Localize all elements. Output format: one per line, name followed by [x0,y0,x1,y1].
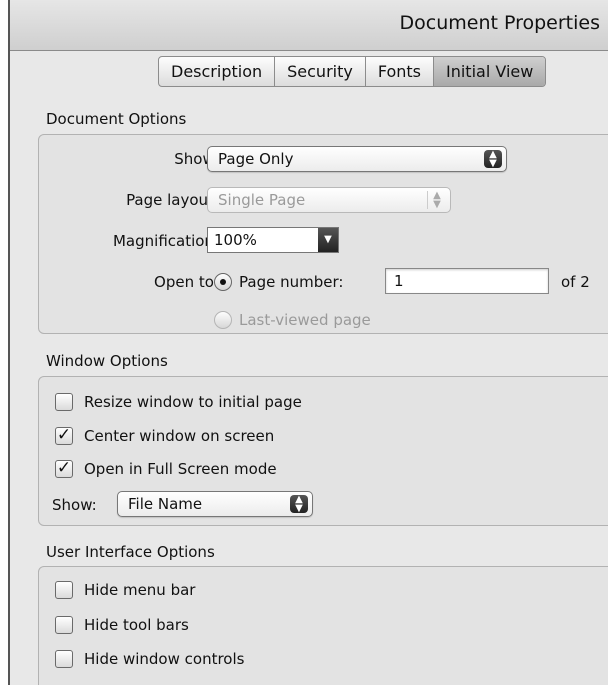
document-options-heading: Document Options [46,110,187,128]
tab-description[interactable]: Description [159,57,276,86]
checkmark-icon: ✓ [56,425,72,445]
document-options-group: Show: Page Only ▲ ▼ Page layout: Single P… [38,134,608,334]
show-value: Page Only [218,150,294,168]
hide-tool-bars-label: Hide tool bars [84,616,189,634]
full-screen-checkbox[interactable]: ✓ [55,460,73,478]
show-popup[interactable]: Page Only ▲ ▼ [207,146,507,172]
magnification-combo[interactable]: 100% ▼ [207,227,339,253]
page-number-field[interactable]: 1 [385,268,549,294]
window-show-popup[interactable]: File Name ▲ ▼ [117,491,313,517]
hide-window-controls-label: Hide window controls [84,650,245,668]
hide-tool-bars-checkbox[interactable] [55,616,73,634]
magnification-label: Magnification: [112,232,219,250]
resize-window-label: Resize window to initial page [84,393,302,411]
ui-options-heading: User Interface Options [46,543,215,561]
page-layout-label: Page layout: [126,191,219,209]
window-title: Document Properties [399,12,601,34]
resize-window-checkbox[interactable] [55,393,73,411]
tab-initial-view[interactable]: Initial View [434,57,546,86]
window-show-label: Show: [52,496,97,514]
ui-options-group: Hide menu bar Hide tool bars Hide window… [38,566,608,685]
center-window-checkbox[interactable]: ✓ [55,427,73,445]
center-window-label: Center window on screen [84,427,275,445]
tab-security[interactable]: Security [275,57,366,86]
page-number-value: 1 [394,272,404,290]
full-screen-label: Open in Full Screen mode [84,460,277,478]
open-to-label: Open to: [154,273,219,291]
updown-arrows-icon: ▲ ▼ [427,191,446,210]
window-options-heading: Window Options [46,352,168,370]
updown-arrows-icon: ▲ ▼ [290,495,308,514]
chevron-down-icon[interactable]: ▼ [318,228,338,252]
hide-menu-bar-label: Hide menu bar [84,581,196,599]
page-number-label: Page number: [239,273,344,291]
title-bar: Document Properties [10,0,608,51]
last-viewed-radio [214,311,232,329]
window-options-group: Resize window to initial page ✓ Center w… [38,376,608,526]
tab-bar: Description Security Fonts Initial View [158,56,547,87]
page-count-text: of 2 [561,273,590,291]
window-show-value: File Name [128,495,203,513]
magnification-value: 100% [214,231,257,249]
page-number-radio[interactable] [214,273,232,291]
updown-arrows-icon: ▲ ▼ [484,150,502,169]
hide-menu-bar-checkbox[interactable] [55,581,73,599]
hide-window-controls-checkbox[interactable] [55,650,73,668]
checkmark-icon: ✓ [56,458,72,478]
page-layout-value: Single Page [218,191,306,209]
page-layout-popup: Single Page ▲ ▼ [207,187,451,213]
tab-fonts[interactable]: Fonts [366,57,434,86]
document-properties-dialog: Document Properties Description Security… [8,0,608,685]
last-viewed-label: Last-viewed page [239,311,371,329]
